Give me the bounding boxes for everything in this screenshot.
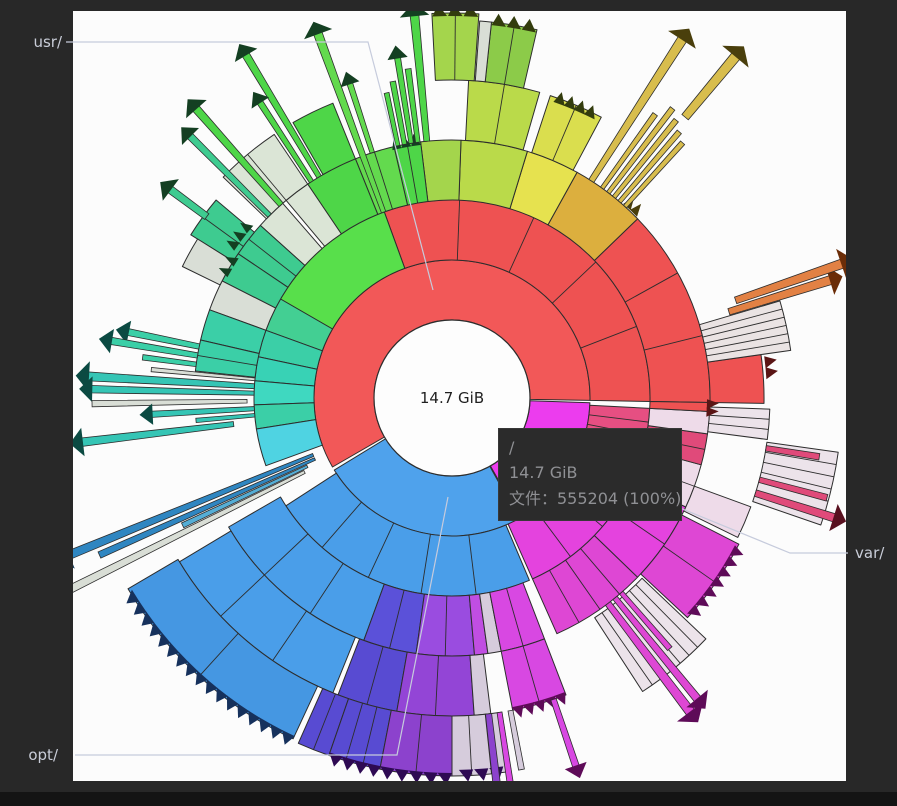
arc-divider bbox=[454, 13, 456, 81]
tooltip-size: 14.7 GiB bbox=[509, 463, 578, 483]
tooltip-file-count: 文件：555204 (100%) bbox=[509, 488, 682, 508]
arc-segment[interactable] bbox=[707, 354, 765, 404]
disk-usage-analyzer-window: usr/ var/ opt/ 14.7 GiB / 14.7 GiB 文件：55… bbox=[0, 0, 897, 806]
segment-label-opt: opt/ bbox=[28, 746, 58, 764]
segment-label-usr: usr/ bbox=[33, 33, 62, 51]
tooltip-path: / bbox=[509, 438, 515, 457]
segment-label-var: var/ bbox=[855, 544, 885, 562]
total-size-label: 14.7 GiB bbox=[419, 389, 485, 407]
tooltip: / 14.7 GiB 文件：555204 (100%) bbox=[498, 428, 682, 521]
arc-segment[interactable] bbox=[379, 709, 453, 777]
bottom-bar bbox=[0, 792, 897, 806]
